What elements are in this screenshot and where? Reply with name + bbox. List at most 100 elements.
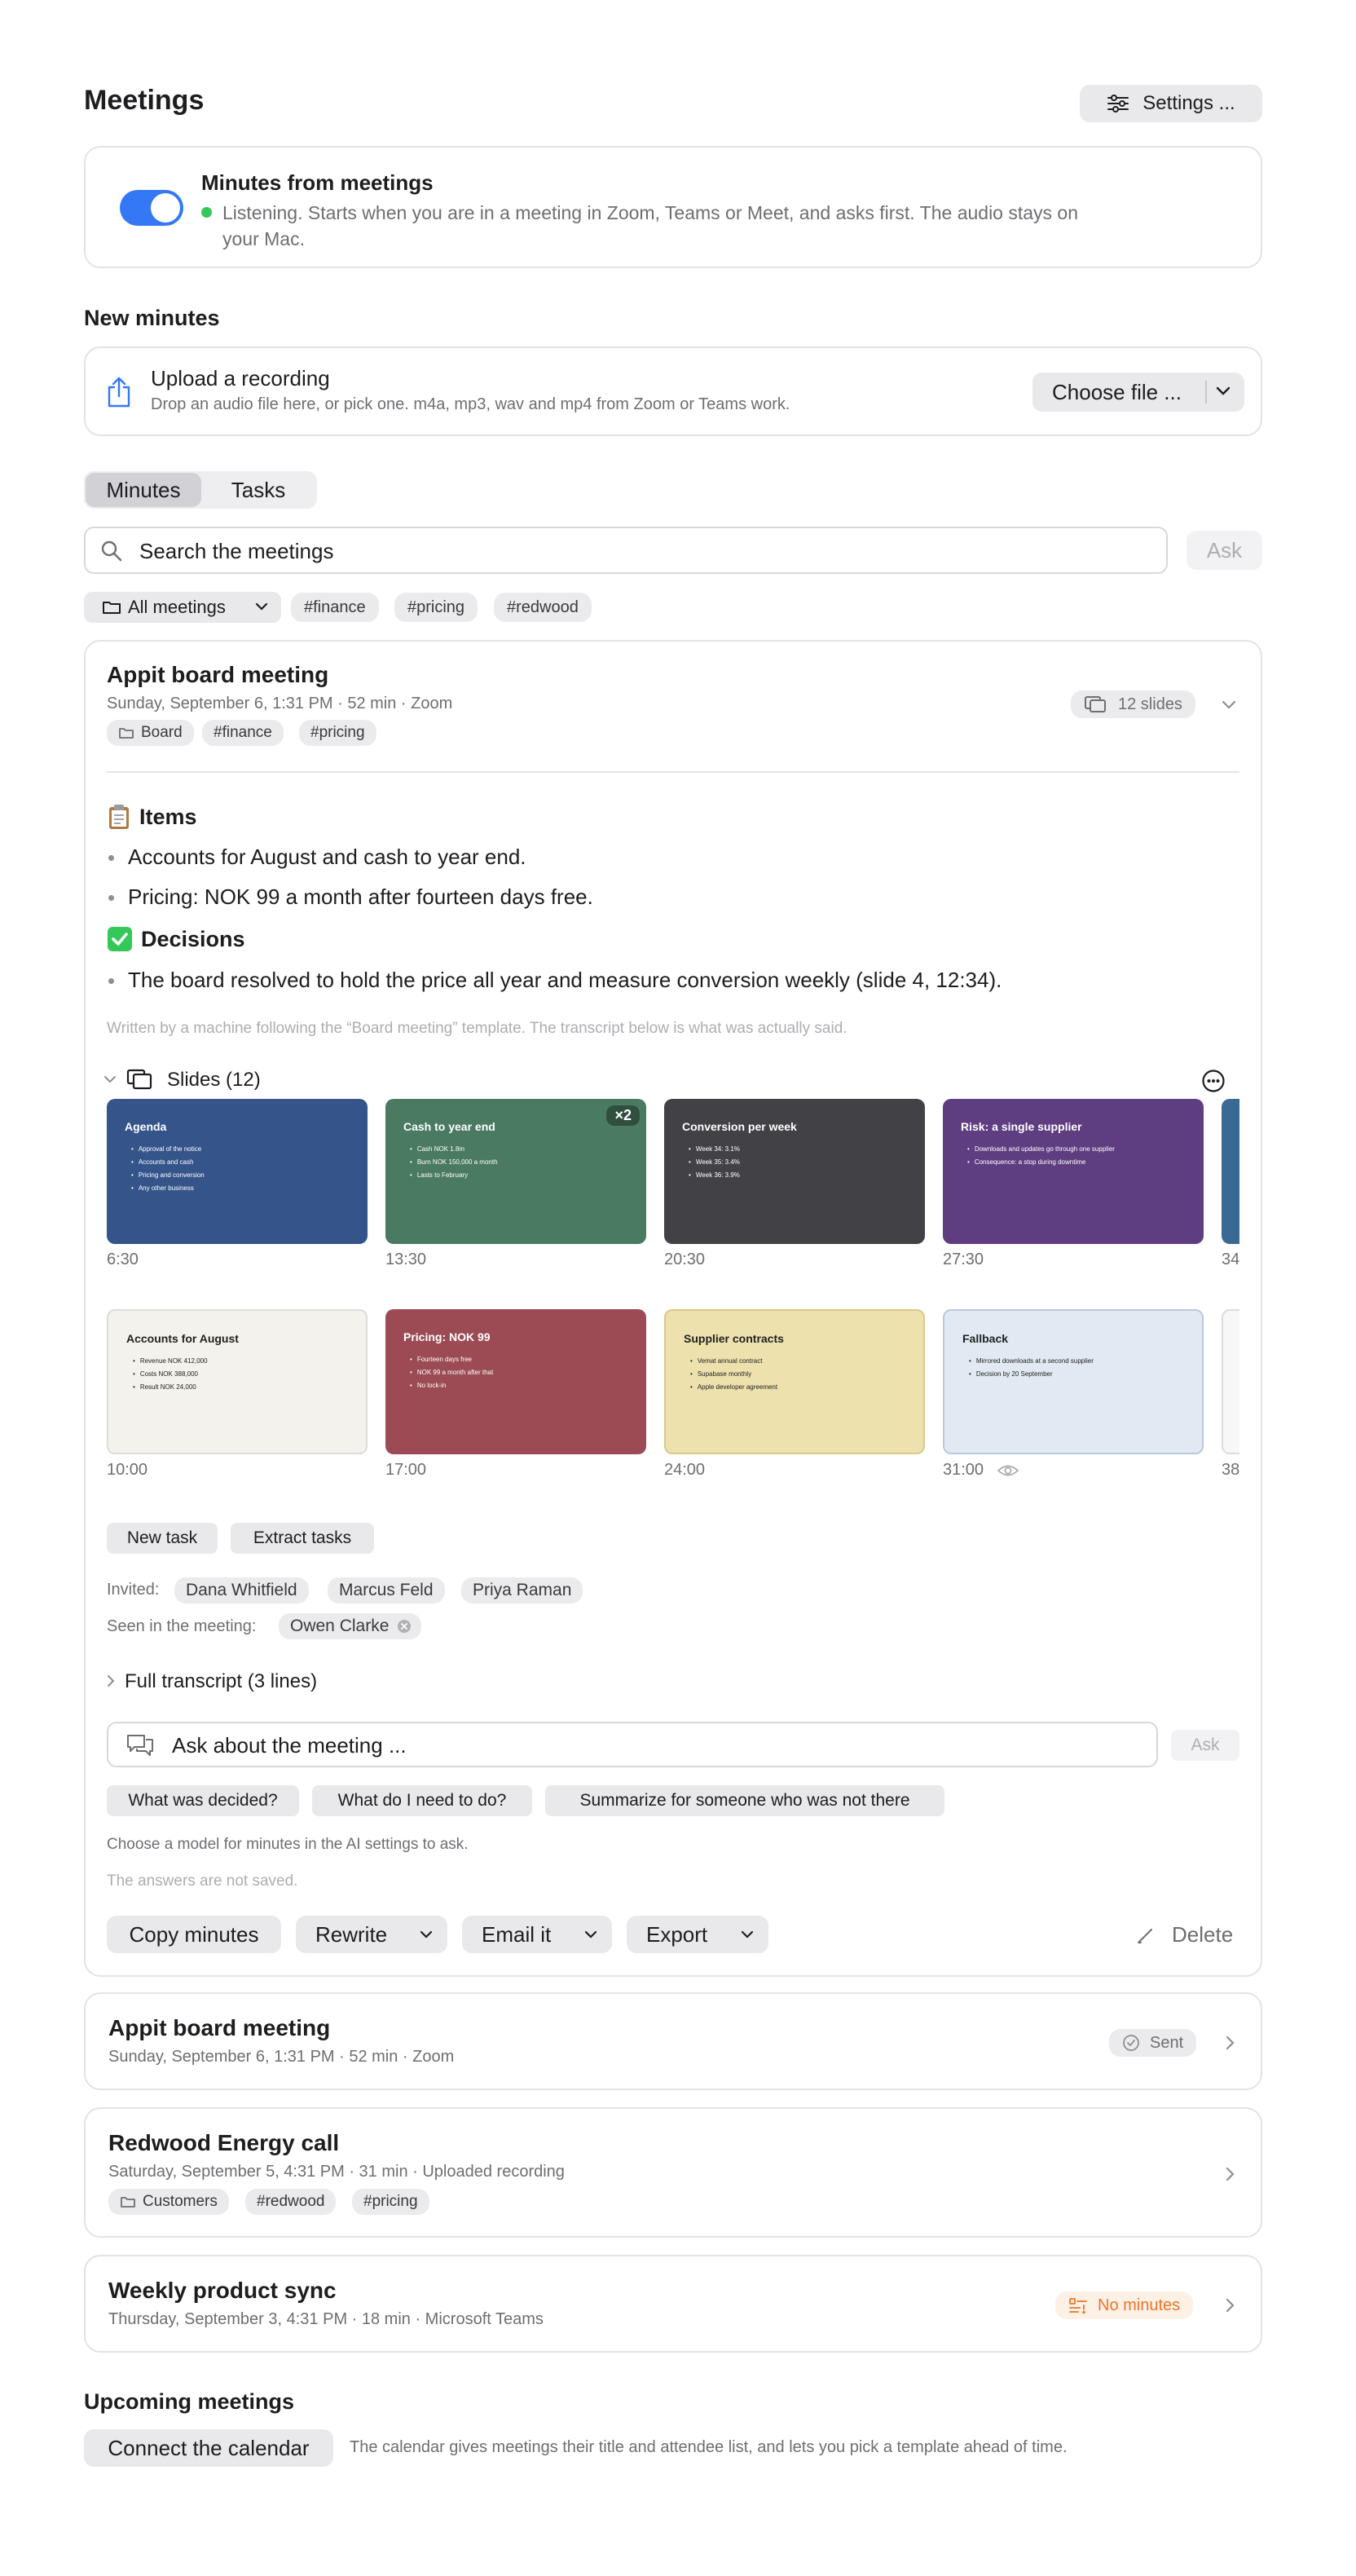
upcoming-heading: Upcoming meetings xyxy=(84,2389,295,2414)
page-title: Meetings xyxy=(84,85,205,116)
chevron-right-icon[interactable] xyxy=(106,1674,116,1687)
more-options-icon[interactable] xyxy=(1201,1069,1226,1093)
full-transcript-toggle[interactable]: Full transcript (3 lines) xyxy=(125,1670,317,1693)
slide-bullet: Result NOK 24,000 xyxy=(133,1381,208,1394)
search-ask-button[interactable]: Ask xyxy=(1186,531,1262,570)
chevron-down-icon[interactable] xyxy=(103,1075,117,1085)
tab-minutes[interactable]: Minutes xyxy=(86,473,201,507)
suggestion-chip[interactable]: Summarize for someone who was not there xyxy=(545,1785,944,1816)
slide-bullets: Mirrored downloads at a second supplierD… xyxy=(969,1355,1094,1381)
folder-filter-select[interactable]: All meetings xyxy=(84,592,281,623)
meeting-meta: Thursday, September 3, 4:31 PM · 18 min … xyxy=(108,2310,544,2328)
tag-folder[interactable]: Customers xyxy=(108,2189,229,2215)
chevron-down-icon[interactable] xyxy=(1215,386,1231,397)
slide-bullets: Vemat annual contractSupabase monthlyApp… xyxy=(690,1355,777,1394)
items-heading: Items xyxy=(107,803,197,831)
slide-thumbnail[interactable]: Supplier contracts Vemat annual contractS… xyxy=(664,1309,925,1454)
tab-tasks[interactable]: Tasks xyxy=(201,473,315,507)
slides-heading[interactable]: Slides (12) xyxy=(167,1069,261,1092)
pencil-icon xyxy=(1136,1925,1156,1945)
collapse-chevron-icon[interactable] xyxy=(1221,699,1237,711)
sliders-icon xyxy=(1107,94,1129,113)
extract-tasks-button[interactable]: Extract tasks xyxy=(231,1523,374,1554)
slide-title: Agenda xyxy=(125,1120,167,1133)
email-menu-button[interactable]: Email it xyxy=(462,1916,612,1953)
search-field[interactable] xyxy=(84,527,1168,574)
settings-button[interactable]: Settings ... xyxy=(1080,85,1262,122)
slide-bullets: Downloads and updates go through one sup… xyxy=(967,1143,1115,1169)
slide-bullets: Fourteen days freeNOK 99 a month after t… xyxy=(410,1353,493,1392)
seen-attendee-chip[interactable]: Owen Clarke xyxy=(279,1613,422,1639)
status-label: No minutes xyxy=(1098,2296,1181,2314)
suggestion-chip[interactable]: What do I need to do? xyxy=(312,1785,532,1816)
meeting-title[interactable]: Appit board meeting xyxy=(107,662,328,688)
attendee-chip[interactable]: Marcus Feld xyxy=(328,1577,445,1603)
slide-bullet: Decision by 20 September xyxy=(969,1368,1094,1381)
slide-timestamp: 31:00 xyxy=(943,1461,984,1479)
tag-filter[interactable]: #pricing xyxy=(394,593,478,622)
tag-filter[interactable]: #finance xyxy=(291,593,379,622)
bullet xyxy=(108,978,114,984)
slide-bullet: No lock-in xyxy=(410,1379,493,1392)
rewrite-menu-button[interactable]: Rewrite xyxy=(296,1916,447,1953)
slide-thumbnail[interactable]: Accounts for August Revenue NOK 412,000Co… xyxy=(107,1309,368,1454)
ask-meeting-field[interactable] xyxy=(107,1722,1158,1767)
slide-thumbnail[interactable] xyxy=(1222,1099,1239,1244)
meeting-title: Redwood Energy call xyxy=(108,2130,340,2155)
slide-thumbnail[interactable]: Risk: a single supplier Downloads and upd… xyxy=(943,1099,1204,1244)
copy-minutes-button[interactable]: Copy minutes xyxy=(107,1916,281,1953)
status-label: Sent xyxy=(1150,2033,1184,2052)
template-note: Written by a machine following the “Boar… xyxy=(107,1020,848,1037)
upload-title: Upload a recording xyxy=(151,366,330,390)
slide-thumbnail[interactable]: Fallback Mirrored downloads at a second s… xyxy=(943,1309,1204,1454)
chat-bubble-icon xyxy=(125,1733,156,1758)
slide-thumbnail[interactable]: Conversion per week Week 34: 3.1%Week 35:… xyxy=(664,1099,925,1244)
slides-strip[interactable]: Agenda Approval of the noticeAccounts and… xyxy=(107,1099,1239,1490)
eye-icon[interactable] xyxy=(997,1462,1019,1479)
remove-icon[interactable] xyxy=(397,1619,412,1634)
tag-folder[interactable]: Board xyxy=(107,720,194,746)
meeting-row[interactable]: Appit board meeting Sunday, September 6,… xyxy=(84,1992,1262,2090)
tag[interactable]: #redwood xyxy=(245,2189,337,2215)
slide-bullets: Cash NOK 1.8mBurn NOK 150,000 a monthLas… xyxy=(410,1143,498,1182)
item-text: Accounts for August and cash to year end… xyxy=(128,845,526,869)
status-badge-no-minutes: No minutes xyxy=(1055,2291,1194,2319)
model-note: Choose a model for minutes in the AI set… xyxy=(107,1836,469,1853)
minutes-toggle-switch[interactable] xyxy=(120,190,183,226)
slide-bullet: Burn NOK 150,000 a month xyxy=(410,1156,498,1169)
ask-meeting-button[interactable]: Ask xyxy=(1171,1730,1239,1761)
export-menu-button[interactable]: Export xyxy=(627,1916,768,1953)
slide-thumbnail[interactable]: Agenda Approval of the noticeAccounts and… xyxy=(107,1099,368,1244)
upload-card[interactable]: Upload a recording Drop an audio file he… xyxy=(84,346,1262,436)
attendee-chip[interactable]: Priya Raman xyxy=(461,1577,583,1603)
slide-thumbnail[interactable]: Pricing: NOK 99 Fourteen days freeNOK 99 … xyxy=(385,1309,646,1454)
choose-file-button[interactable]: Choose file ... xyxy=(1032,373,1244,412)
tag[interactable]: #pricing xyxy=(352,2189,429,2215)
slide-timestamp: 6:30 xyxy=(107,1251,139,1268)
suggestion-chip[interactable]: What was decided? xyxy=(107,1785,299,1816)
slide-bullet: Week 34: 3.1% xyxy=(689,1143,740,1156)
slide-timestamp: 38 xyxy=(1222,1461,1239,1479)
slide-thumbnail[interactable] xyxy=(1222,1309,1239,1454)
tag[interactable]: #finance xyxy=(202,720,284,746)
seen-label: Seen in the meeting: xyxy=(107,1617,257,1635)
chevron-down-icon xyxy=(420,1930,433,1940)
ask-meeting-input[interactable] xyxy=(170,1730,1143,1761)
tag-label: Board xyxy=(141,724,183,741)
search-input[interactable] xyxy=(138,535,1151,567)
slide-bullet: Pricing and conversion xyxy=(131,1169,205,1182)
connect-calendar-button[interactable]: Connect the calendar xyxy=(84,2429,333,2467)
tag[interactable]: #pricing xyxy=(299,720,376,746)
slide-thumbnail[interactable]: Cash to year end Cash NOK 1.8mBurn NOK 15… xyxy=(385,1099,646,1244)
listening-status: Listening. Starts when you are in a meet… xyxy=(222,202,1079,249)
chevron-down-icon xyxy=(741,1930,754,1940)
delete-button[interactable]: Delete xyxy=(1136,1922,1233,1947)
meeting-row[interactable]: Weekly product sync Thursday, September … xyxy=(84,2255,1262,2353)
attendee-chip[interactable]: Dana Whitfield xyxy=(174,1577,309,1603)
tag-filter[interactable]: #redwood xyxy=(494,593,592,622)
new-task-button[interactable]: New task xyxy=(107,1523,218,1554)
meeting-row[interactable]: Redwood Energy call Saturday, September … xyxy=(84,2107,1262,2238)
slide-title: Supplier contracts xyxy=(684,1332,784,1345)
slides-count-badge[interactable]: 12 slides xyxy=(1071,690,1195,718)
slide-bullet: Accounts and cash xyxy=(131,1156,205,1169)
